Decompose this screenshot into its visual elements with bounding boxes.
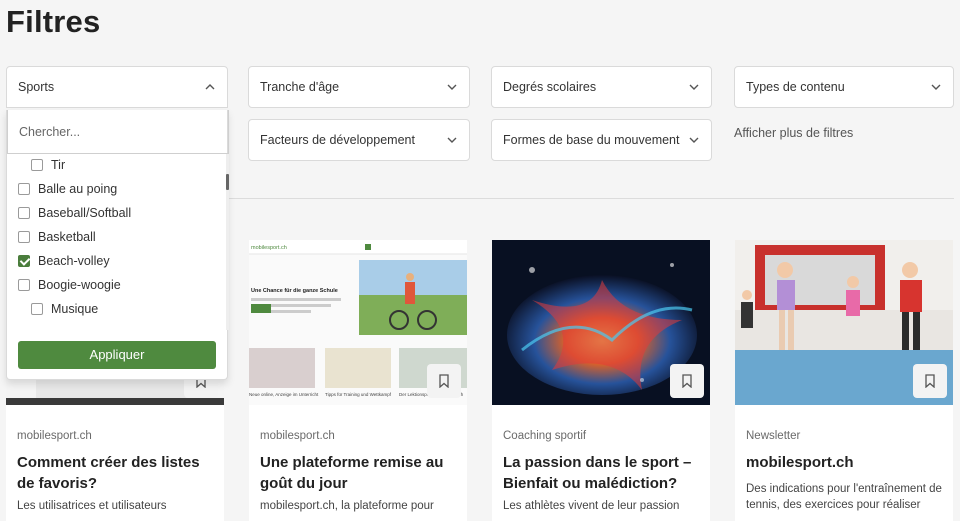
content-card[interactable]: Coaching sportif La passion dans le spor… [492, 240, 710, 521]
checkbox[interactable] [18, 231, 30, 243]
checkbox[interactable] [18, 207, 30, 219]
checkbox[interactable] [31, 303, 43, 315]
sports-options-list[interactable]: Tir Balle au poing Baseball/Softball Bas… [7, 154, 229, 330]
checkbox[interactable] [18, 183, 30, 195]
card-description: Les utilisatrices et utilisateurs [17, 500, 167, 512]
chevron-down-icon [447, 84, 457, 90]
show-more-filters-link[interactable]: Afficher plus de filtres [734, 126, 853, 140]
option-label: Basketball [38, 230, 96, 244]
option-label: Balle au poing [38, 182, 118, 196]
content-types-filter-label: Types de contenu [746, 80, 845, 94]
chevron-down-icon [689, 137, 699, 143]
option-label: Baseball/Softball [38, 206, 132, 220]
card-category: Newsletter [746, 430, 801, 442]
movement-forms-filter[interactable]: Formes de base du mouvement [491, 119, 712, 161]
option-basketball[interactable]: Basketball [18, 228, 96, 246]
card-category: mobilesport.ch [260, 430, 335, 442]
option-tir[interactable]: Tir [31, 156, 65, 174]
card-description: mobilesport.ch, la plateforme pour [260, 500, 434, 512]
sports-dropdown-panel: Tir Balle au poing Baseball/Softball Bas… [6, 110, 229, 380]
age-range-filter[interactable]: Tranche d'âge [248, 66, 470, 108]
option-label: Beach-volley [38, 254, 110, 268]
chevron-down-icon [931, 84, 941, 90]
sports-filter[interactable]: Sports [6, 66, 228, 108]
bookmark-button[interactable] [427, 364, 461, 398]
divider [228, 198, 954, 199]
bookmark-icon [925, 374, 935, 388]
apply-button[interactable]: Appliquer [18, 341, 216, 369]
option-balle-au-poing[interactable]: Balle au poing [18, 180, 117, 198]
checkbox-checked[interactable] [18, 255, 30, 267]
bookmark-button[interactable] [670, 364, 704, 398]
option-baseball-softball[interactable]: Baseball/Softball [18, 204, 131, 222]
chevron-down-icon [447, 137, 457, 143]
bookmark-button[interactable] [913, 364, 947, 398]
checkbox[interactable] [31, 159, 43, 171]
option-musique[interactable]: Musique [31, 300, 98, 318]
thumb-headline: Une Chance für die ganze Schule [251, 288, 338, 294]
option-label: Tir [51, 158, 66, 172]
content-card[interactable]: Newsletter mobilesport.ch Des indication… [735, 240, 953, 521]
school-grades-filter-label: Degrés scolaires [503, 80, 597, 94]
sports-search-input[interactable] [19, 124, 209, 139]
card-title[interactable]: La passion dans le sport – Bienfait ou m… [503, 452, 703, 494]
option-beach-volley[interactable]: Beach-volley [18, 252, 110, 270]
scrollbar-thumb[interactable] [226, 174, 229, 190]
chevron-up-icon [205, 84, 215, 90]
option-boogie-woogie[interactable]: Boogie-woogie [18, 276, 121, 294]
content-card[interactable]: mobilesport.ch Une Chance für die ganze … [249, 240, 467, 521]
card-category: Coaching sportif [503, 430, 587, 442]
bookmark-icon [439, 374, 449, 388]
card-description: Des indications pour l'entraînement de t… [746, 483, 942, 511]
development-factors-filter[interactable]: Facteurs de développement [248, 119, 470, 161]
thumb-logo: mobilesport.ch [251, 245, 287, 251]
age-range-filter-label: Tranche d'âge [260, 80, 340, 94]
sports-search-box[interactable] [7, 110, 229, 154]
option-label: Boogie-woogie [38, 278, 121, 292]
content-types-filter[interactable]: Types de contenu [734, 66, 954, 108]
school-grades-filter[interactable]: Degrés scolaires [491, 66, 712, 108]
movement-forms-filter-label: Formes de base du mouvement [503, 133, 680, 147]
card-category: mobilesport.ch [17, 430, 92, 442]
card-description: Les athlètes vivent de leur passion [503, 500, 680, 512]
checkbox[interactable] [18, 279, 30, 291]
card-title[interactable]: Une plateforme remise au goût du jour [260, 452, 460, 494]
options-scrollbar[interactable] [226, 154, 229, 330]
page-title: Filtres [6, 4, 101, 39]
bookmark-icon [682, 374, 692, 388]
card-title[interactable]: mobilesport.ch [746, 452, 946, 473]
card-title[interactable]: Comment créer des listes de favoris? [17, 452, 217, 494]
development-factors-filter-label: Facteurs de développement [260, 133, 415, 147]
chevron-down-icon [689, 84, 699, 90]
sports-filter-label: Sports [18, 80, 55, 94]
option-label: Musique [51, 302, 99, 316]
thumb-caption-1: Neue online, Anzeige im Unterricht [249, 392, 319, 397]
thumb-caption-2: Tipps für Training und Wettkampf [325, 392, 392, 397]
